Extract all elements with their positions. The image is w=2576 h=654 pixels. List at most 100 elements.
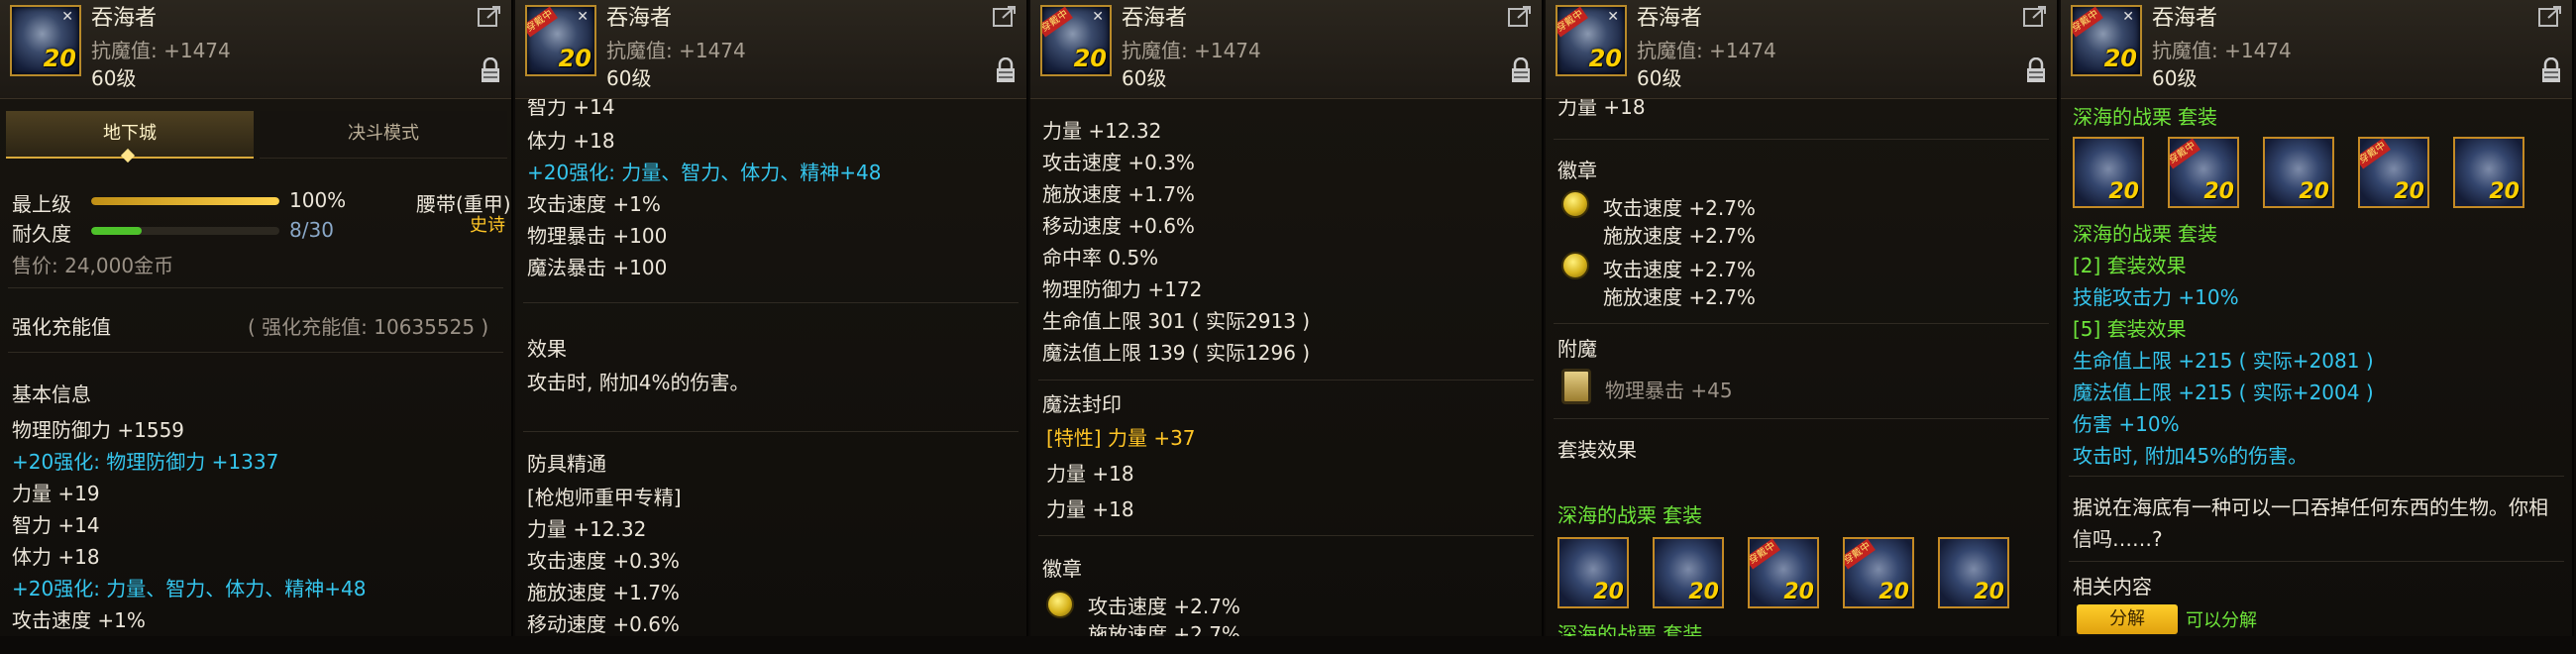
item-header: 穿戴中 ✕ 20 吞海者 抗魔值: +1474 60级 [1546,0,2057,99]
basic-info-title: 基本信息 [12,382,91,406]
expand-icon[interactable] [993,6,1017,28]
equipped-badge: 穿戴中 [1845,539,1876,570]
stat-line: 魔法暴击 +100 [527,256,668,279]
enchant-card-icon [1561,369,1591,404]
cross-icon: ✕ [2122,9,2134,25]
equipped-badge: 穿戴中 [1042,7,1073,38]
enhance-level: 20 [2203,179,2234,204]
lock-icon[interactable] [2540,57,2562,83]
lock-icon[interactable] [2025,57,2047,83]
set-piece-icon[interactable]: 穿戴中 20 [2168,137,2239,208]
expand-icon[interactable] [2023,6,2047,28]
divider [1554,323,2049,324]
emblem-icon [1046,591,1074,618]
set-piece-icon[interactable]: 穿戴中 20 [2358,137,2429,208]
item-header: 穿戴中 ✕ 20 吞海者 抗魔值: +1474 60级 [2061,0,2572,99]
set-piece-icon[interactable]: 20 [2073,137,2144,208]
lock-icon[interactable] [1510,57,1532,83]
expand-icon[interactable] [1508,6,1532,28]
set-bonus-line: 技能攻击力 +10% [2073,285,2239,309]
enhance-level: 20 [43,45,76,72]
charge-value: ( 强化充能值: 10635525 ) [248,315,489,339]
equipped-badge: 穿戴中 [2360,139,2391,169]
stat-line: 攻击速度 +1% [527,192,661,216]
set-name-cut: 深海的战栗 [2073,105,2172,129]
cross-icon: ✕ [1092,9,1104,25]
item-level: 60级 [1637,66,1682,90]
set-bonus-line: 攻击时, 附加45%的伤害。 [2073,444,2308,468]
enhance-level: 20 [1588,45,1622,72]
item-icon[interactable]: 穿戴中 ✕ 20 [1040,5,1112,76]
stat-line: 体力 +18 [12,545,100,569]
item-icon[interactable]: 穿戴中 ✕ 20 [1556,5,1627,76]
seal-line-trait: [特性] 力量 +37 [1046,426,1196,450]
panel-content: 深海的战栗 套装 20 穿戴中 20 20 穿戴中 20 20 深海的战栗 套装 [… [2061,99,2572,636]
mastery-line: 攻击速度 +0.3% [527,549,680,573]
stat-line-enhance: +20强化: 力量、智力、体力、精神+48 [12,577,367,600]
stat-line: 施放速度 +1.7% [1042,182,1195,206]
enhance-level: 20 [1783,580,1814,604]
tab-pvp[interactable]: 决斗模式 [260,111,507,159]
emblem-line: 攻击速度 +2.7% [1088,595,1240,618]
item-icon[interactable]: 穿戴中 ✕ 20 [2071,5,2142,76]
set-bonus-5-title: [5] 套装效果 [2073,317,2187,341]
rarity-value: 100% [289,188,347,212]
resist-value: 抗魔值: +1474 [1637,39,1776,62]
set-piece-icon[interactable]: 20 [2263,137,2334,208]
set-bonus-line: 伤害 +10% [2073,412,2180,436]
set-piece-icon[interactable]: 20 [1653,537,1724,608]
stat-line: 攻击速度 +1% [12,608,146,632]
durability-bar-fill [91,227,143,235]
item-name: 吞海者 [1637,6,1703,31]
divider [1038,380,1534,381]
equipped-badge: 穿戴中 [2073,7,2103,38]
lock-icon[interactable] [480,57,501,83]
expand-icon[interactable] [2538,6,2562,28]
enhance-level: 20 [1073,45,1107,72]
emblem-line: 攻击速度 +2.7% [1603,258,1756,281]
divider [1554,418,2049,419]
stat-line: 物理防御力 +1559 [12,418,185,442]
set-piece-icon[interactable]: 穿戴中 20 [1748,537,1819,608]
item-icon[interactable]: 穿戴中 ✕ 20 [525,5,596,76]
set-piece-icon[interactable]: 穿戴中 20 [1843,537,1914,608]
resist-value: 抗魔值: +1474 [606,39,746,62]
decompose-button[interactable]: 分解 [2077,604,2178,634]
divider [1038,535,1534,536]
cross-icon: ✕ [577,9,589,25]
set-piece-icon[interactable]: 20 [1938,537,2009,608]
equipped-badge: 穿戴中 [1557,7,1588,38]
item-name: 吞海者 [1122,6,1188,31]
mastery-line: [枪炮师重甲专精] [527,486,682,509]
decompose-hint: 可以分解 [2186,610,2257,631]
resist-value: 抗魔值: +1474 [1122,39,1261,62]
tooltip-comparison-strip: ✕ 20 吞海者 抗魔值: +1474 60级 地下城 决斗模式 最上级 100… [0,0,2576,654]
emblem-line: 攻击速度 +2.7% [1603,196,1756,220]
seal-line: 力量 +18 [1046,462,1134,486]
set-piece-icon[interactable]: 20 [2453,137,2524,208]
set-name: 深海的战栗 [2073,222,2172,246]
divider [2069,561,2564,562]
rarity-bar-fill [91,197,279,205]
mastery-line: 施放速度 +1.7% [527,581,680,604]
lock-icon[interactable] [995,57,1017,83]
expand-icon[interactable] [478,6,501,28]
stat-line: 体力 +18 [527,129,615,153]
panel-content: 力量 +12.32 攻击速度 +0.3% 施放速度 +1.7% 移动速度 +0.… [1030,99,1542,636]
resist-value: 抗魔值: +1474 [91,39,231,62]
enhance-level: 20 [2299,179,2329,204]
mastery-line: 力量 +12.32 [527,517,647,541]
item-icon[interactable]: ✕ 20 [10,5,81,76]
stat-line: 智力 +14 [12,513,100,537]
stat-line-enhance: +20强化: 力量、智力、体力、精神+48 [527,161,882,184]
set-tag: 套装 [1663,503,1702,527]
divider [1554,139,2049,140]
stat-line: 力量 +12.32 [1042,119,1162,143]
set-piece-icon[interactable]: 20 [1557,537,1629,608]
emblem-icon [1561,190,1589,218]
resist-value: 抗魔值: +1474 [2152,39,2292,62]
item-level: 60级 [1122,66,1167,90]
item-level: 60级 [606,66,652,90]
stat-line: 魔法值上限 139 ( 实际1296 ) [1042,341,1311,365]
tooltip-panel-4: 穿戴中 ✕ 20 吞海者 抗魔值: +1474 60级 力量 +18 徽章 攻击… [1546,0,2059,636]
